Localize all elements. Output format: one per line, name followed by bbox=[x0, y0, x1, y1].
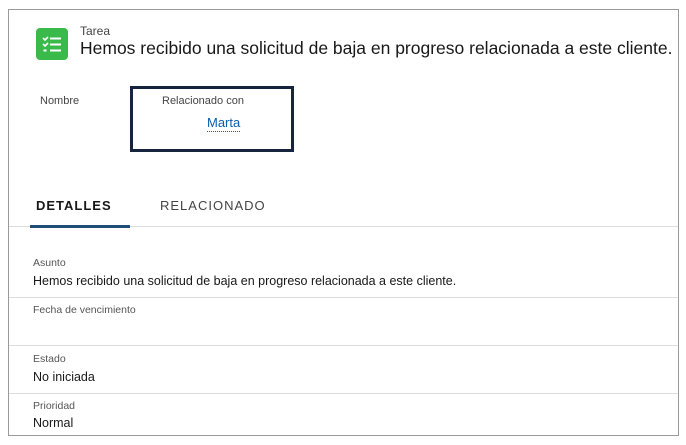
related-to-link[interactable]: Marta bbox=[207, 115, 241, 132]
page-title: Hemos recibido una solicitud de baja en … bbox=[80, 38, 673, 58]
tab-related[interactable]: RELACIONADO bbox=[160, 198, 266, 223]
name-label: Nombre bbox=[40, 95, 80, 107]
tab-bar: DETALLES RELACIONADO bbox=[9, 190, 678, 228]
field-label: Asunto bbox=[33, 257, 66, 269]
field-label: Estado bbox=[33, 353, 66, 365]
field-value: Normal bbox=[33, 416, 74, 430]
field-subject: Asunto Hemos recibido una solicitud de b… bbox=[9, 250, 678, 298]
field-value: No iniciada bbox=[33, 370, 95, 384]
task-checklist-icon bbox=[36, 28, 68, 60]
field-label: Fecha de vencimiento bbox=[33, 304, 136, 316]
related-to-label: Relacionado con bbox=[162, 95, 244, 107]
record-header: Tarea Hemos recibido una solicitud de ba… bbox=[9, 10, 678, 80]
field-status: Estado No iniciada bbox=[9, 346, 678, 394]
field-label: Prioridad bbox=[33, 400, 76, 412]
field-priority: Prioridad Normal bbox=[9, 394, 678, 435]
record-type-label: Tarea bbox=[80, 24, 111, 38]
field-value: Hemos recibido una solicitud de baja en … bbox=[33, 274, 457, 288]
tab-details[interactable]: DETALLES bbox=[30, 198, 130, 228]
task-record-panel: Tarea Hemos recibido una solicitud de ba… bbox=[8, 9, 679, 436]
field-due-date: Fecha de vencimiento bbox=[9, 298, 678, 346]
